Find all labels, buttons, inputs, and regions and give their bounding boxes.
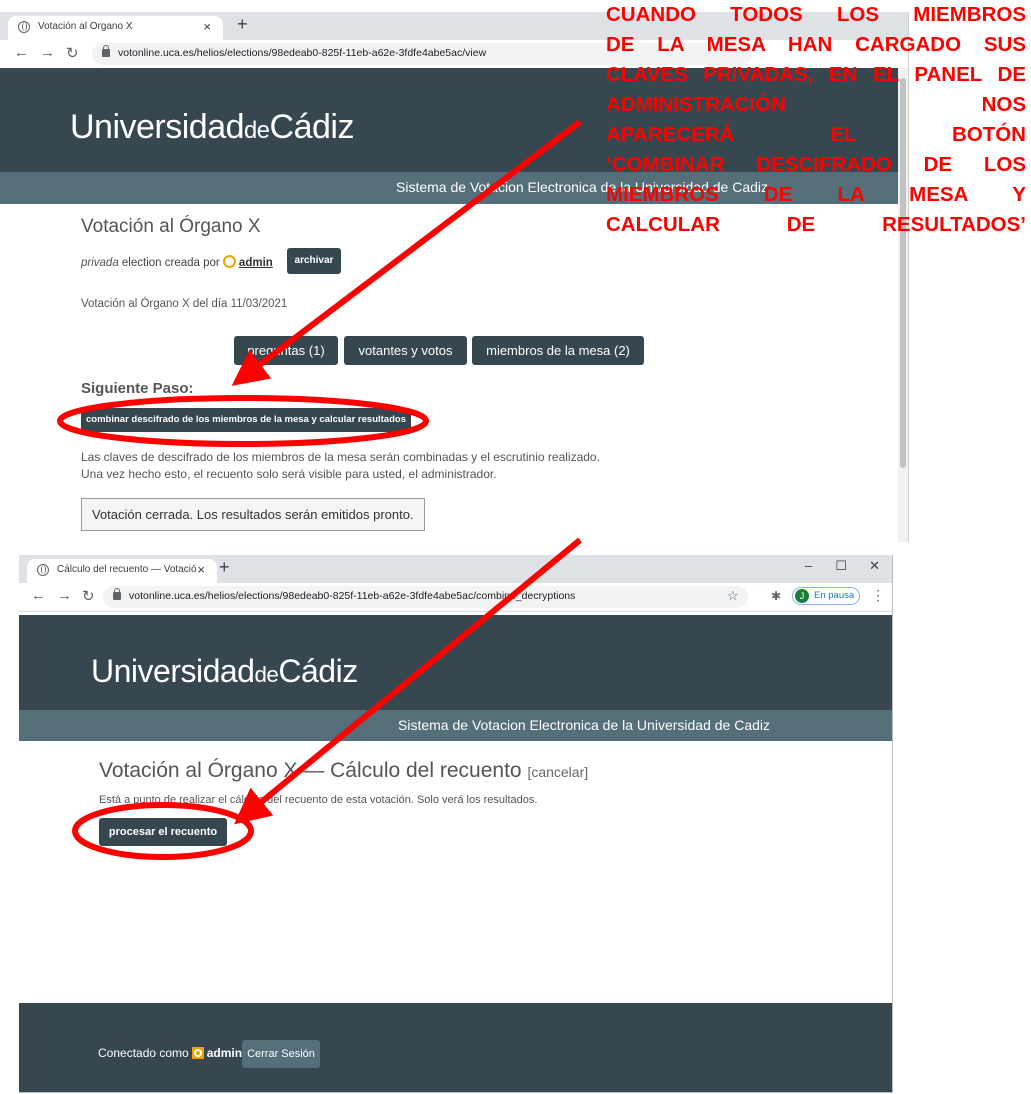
annotation-arrow-top xyxy=(231,119,582,386)
annotation-text: CUANDO TODOS LOS MIEMBROS DE LA MESA HAN… xyxy=(606,3,1026,236)
highlight-combine-button xyxy=(57,395,429,447)
annotation-arrow-bottom xyxy=(234,537,582,825)
highlight-process-button xyxy=(72,802,254,860)
